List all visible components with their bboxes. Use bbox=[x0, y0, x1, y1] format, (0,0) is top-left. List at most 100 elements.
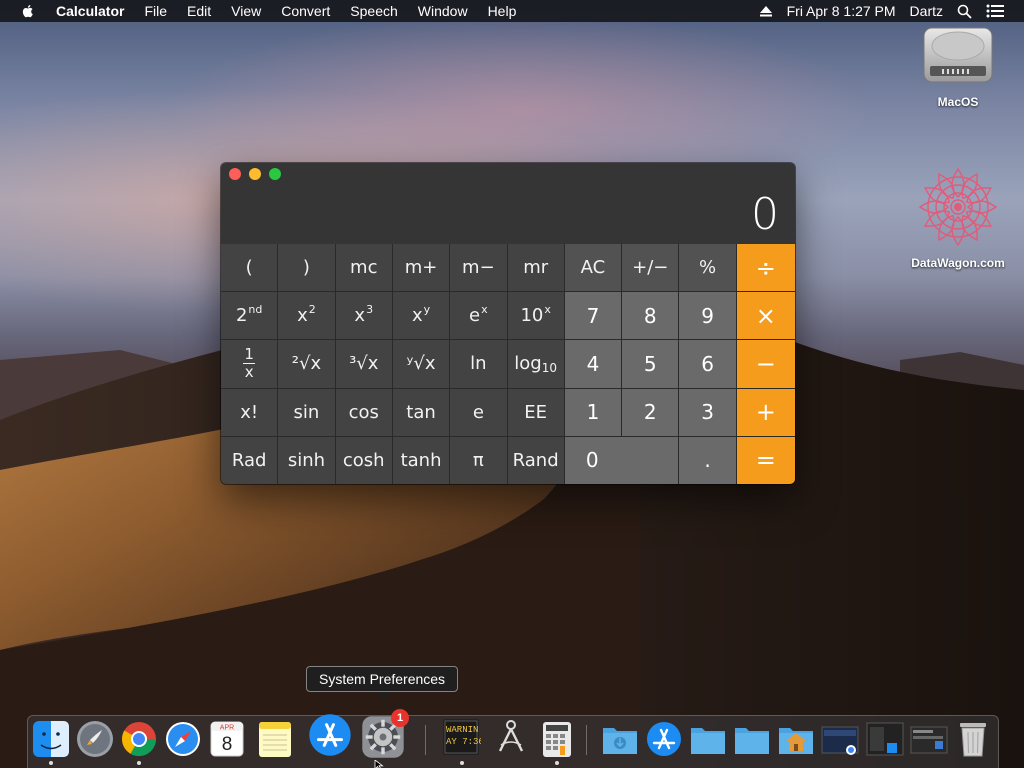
dock-finder[interactable] bbox=[31, 719, 71, 759]
key-multiply[interactable]: × bbox=[736, 292, 795, 340]
key-0[interactable]: 0 bbox=[564, 436, 679, 484]
dock-screenshot[interactable] bbox=[820, 719, 860, 759]
apple-menu-icon[interactable] bbox=[20, 3, 36, 19]
key-open-paren[interactable]: ( bbox=[221, 244, 278, 292]
key-percent[interactable]: % bbox=[679, 244, 736, 292]
downloads-folder-icon bbox=[603, 728, 637, 754]
dock-trash[interactable] bbox=[953, 719, 993, 759]
menu-clock[interactable]: Fri Apr 8 1:27 PM bbox=[787, 3, 896, 19]
dock-calendar[interactable]: APR 8 bbox=[207, 719, 247, 759]
key-5[interactable]: 5 bbox=[622, 340, 679, 388]
key-e-power-x[interactable]: ex bbox=[450, 292, 507, 340]
key-second-sup: nd bbox=[248, 303, 263, 317]
key-9[interactable]: 9 bbox=[679, 292, 736, 340]
key-rad[interactable]: Rad bbox=[221, 436, 278, 484]
notification-center-icon[interactable] bbox=[986, 4, 1004, 18]
dock-screenshot[interactable] bbox=[909, 719, 949, 759]
menu-view[interactable]: View bbox=[221, 0, 271, 22]
key-decimal[interactable]: . bbox=[679, 436, 736, 484]
dock-app-store[interactable] bbox=[307, 712, 353, 758]
key-close-paren[interactable]: ) bbox=[278, 244, 335, 292]
key-square-root[interactable]: ²√x bbox=[278, 340, 335, 388]
key-ee[interactable]: EE bbox=[507, 388, 564, 436]
key-all-clear[interactable]: AC bbox=[564, 244, 622, 292]
key-pi[interactable]: π bbox=[450, 436, 507, 484]
key-y-root[interactable]: ʸ√x bbox=[392, 340, 450, 388]
key-cos[interactable]: cos bbox=[335, 388, 392, 436]
dock-safari[interactable] bbox=[163, 719, 203, 759]
close-button[interactable] bbox=[229, 168, 241, 180]
key-x-cubed[interactable]: x3 bbox=[335, 292, 392, 340]
rocket-icon bbox=[77, 721, 113, 757]
menu-speech[interactable]: Speech bbox=[340, 0, 407, 22]
key-cube-root[interactable]: ³√x bbox=[335, 340, 392, 388]
key-3[interactable]: 3 bbox=[679, 388, 736, 436]
menu-app-name[interactable]: Calculator bbox=[50, 0, 134, 22]
dock-applications-folder[interactable] bbox=[644, 719, 684, 759]
dock-downloads-folder[interactable] bbox=[600, 719, 640, 759]
dock-home-folder[interactable] bbox=[776, 719, 816, 759]
dock-folder[interactable] bbox=[688, 719, 728, 759]
key-sinh[interactable]: sinh bbox=[278, 436, 335, 484]
menu-file[interactable]: File bbox=[134, 0, 177, 22]
spotlight-search-icon[interactable] bbox=[957, 4, 972, 19]
key-memory-clear[interactable]: mc bbox=[335, 244, 392, 292]
key-1[interactable]: 1 bbox=[564, 388, 622, 436]
dock-directory-utility[interactable] bbox=[491, 717, 531, 757]
key-x-squared[interactable]: x2 bbox=[278, 292, 335, 340]
calendar-month: APR bbox=[220, 725, 234, 732]
key-cosh[interactable]: cosh bbox=[335, 436, 392, 484]
key-memory-recall[interactable]: mr bbox=[507, 244, 564, 292]
key-7[interactable]: 7 bbox=[564, 292, 622, 340]
key-x-power-y-base: x bbox=[411, 305, 423, 327]
key-2[interactable]: 2 bbox=[622, 388, 679, 436]
eject-icon[interactable] bbox=[759, 5, 773, 17]
console-icon: WARNIN AY 7:36 bbox=[443, 719, 481, 755]
key-x-power-y-sup: y bbox=[423, 303, 431, 317]
key-ln[interactable]: ln bbox=[450, 340, 507, 388]
dock-chrome[interactable] bbox=[119, 719, 159, 759]
zoom-button[interactable] bbox=[269, 168, 281, 180]
desktop-icon-macos[interactable]: MacOS bbox=[903, 22, 1013, 109]
key-rand[interactable]: Rand bbox=[507, 436, 564, 484]
menu-window[interactable]: Window bbox=[408, 0, 478, 22]
dock-notes[interactable] bbox=[255, 719, 295, 759]
dock-launchpad[interactable] bbox=[75, 719, 115, 759]
key-add[interactable]: + bbox=[736, 388, 795, 436]
key-memory-subtract[interactable]: m− bbox=[450, 244, 507, 292]
key-tanh[interactable]: tanh bbox=[392, 436, 450, 484]
key-divide[interactable]: ÷ bbox=[736, 244, 795, 292]
calculator-display: 0 bbox=[751, 189, 779, 240]
dock-calculator[interactable] bbox=[537, 719, 577, 759]
key-6[interactable]: 6 bbox=[679, 340, 736, 388]
desktop-icon-datawagon[interactable]: DataWagon.com bbox=[903, 165, 1013, 270]
dock-console[interactable]: WARNIN AY 7:36 bbox=[441, 717, 481, 757]
key-ten-power-x[interactable]: 10 x bbox=[507, 292, 564, 340]
key-log10[interactable]: log 10 bbox=[507, 340, 564, 388]
key-factorial[interactable]: x! bbox=[221, 388, 278, 436]
dock-screenshot[interactable] bbox=[865, 719, 905, 759]
compass-icon bbox=[166, 722, 200, 756]
menu-user[interactable]: Dartz bbox=[910, 3, 943, 19]
trash-icon bbox=[960, 723, 986, 757]
key-sin[interactable]: sin bbox=[278, 388, 335, 436]
notes-icon bbox=[259, 722, 291, 757]
key-equals[interactable]: = bbox=[736, 436, 795, 484]
menu-help[interactable]: Help bbox=[478, 0, 527, 22]
key-8[interactable]: 8 bbox=[622, 292, 679, 340]
key-reciprocal[interactable]: 1 x bbox=[221, 340, 278, 388]
key-memory-add[interactable]: m+ bbox=[392, 244, 450, 292]
menu-convert[interactable]: Convert bbox=[271, 0, 340, 22]
calendar-day: 8 bbox=[222, 734, 233, 755]
menu-edit[interactable]: Edit bbox=[177, 0, 221, 22]
key-plus-minus[interactable]: +/− bbox=[622, 244, 679, 292]
key-4[interactable]: 4 bbox=[564, 340, 622, 388]
key-e[interactable]: e bbox=[450, 388, 507, 436]
key-second[interactable]: 2nd bbox=[221, 292, 278, 340]
dock-folder[interactable] bbox=[732, 719, 772, 759]
key-subtract[interactable]: − bbox=[736, 340, 795, 388]
chrome-icon bbox=[122, 722, 156, 756]
key-tan[interactable]: tan bbox=[392, 388, 450, 436]
key-x-power-y[interactable]: xy bbox=[392, 292, 450, 340]
minimize-button[interactable] bbox=[249, 168, 261, 180]
